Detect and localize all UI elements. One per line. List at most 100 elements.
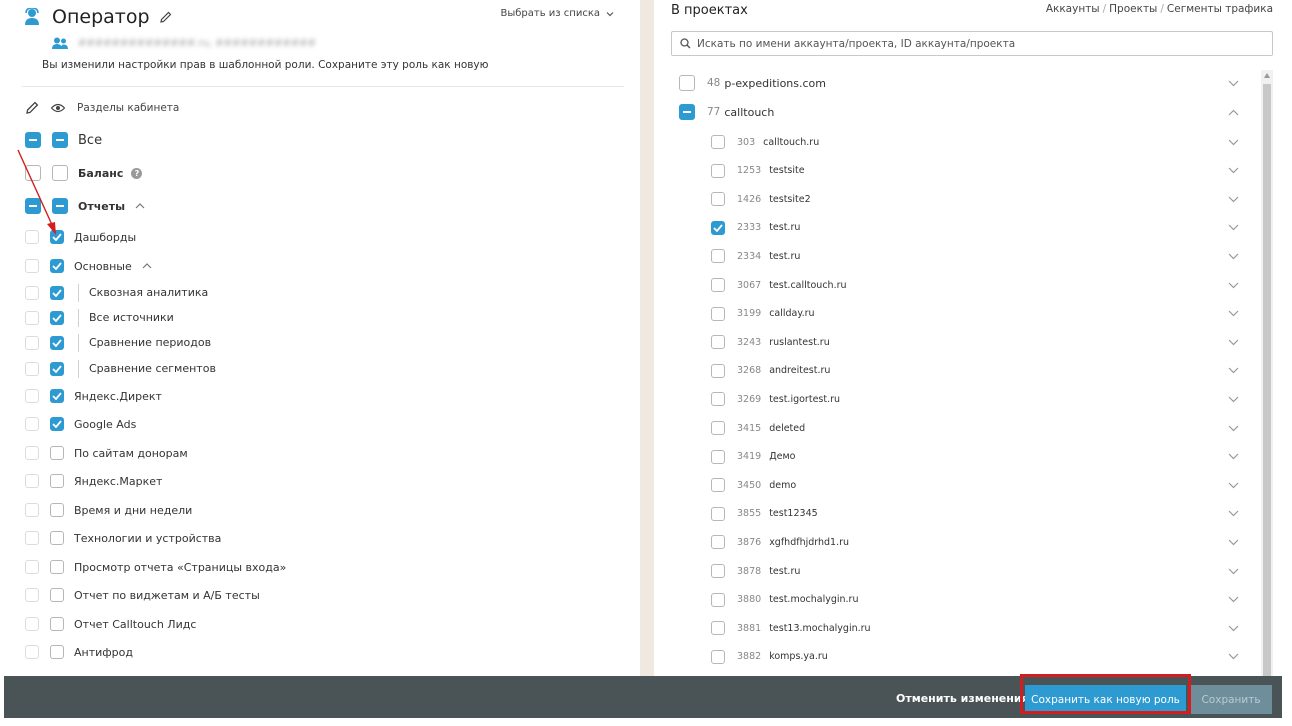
- project-row[interactable]: 2333 test.ru: [711, 219, 1239, 237]
- view-permission-checkbox[interactable]: [50, 531, 64, 545]
- edit-permission-checkbox[interactable]: [25, 617, 39, 631]
- edit-permission-checkbox[interactable]: [25, 198, 41, 214]
- project-row[interactable]: 3268 andreitest.ru: [711, 362, 1239, 380]
- project-row[interactable]: 3881 test13.mochalygin.ru: [711, 619, 1239, 637]
- crumb-projects[interactable]: Проекты: [1109, 3, 1157, 15]
- edit-permission-checkbox[interactable]: [25, 645, 39, 659]
- project-row[interactable]: 1426 testsite2: [711, 190, 1239, 208]
- chevron-up-icon[interactable]: [142, 262, 152, 270]
- project-checkbox[interactable]: [711, 335, 725, 350]
- chevron-down-icon[interactable]: [1228, 625, 1239, 632]
- project-checkbox[interactable]: [711, 306, 725, 321]
- save-as-new-role-button[interactable]: Сохранить как новую роль: [1025, 685, 1186, 714]
- view-permission-checkbox[interactable]: [50, 336, 64, 350]
- view-permission-checkbox[interactable]: [50, 417, 64, 431]
- chevron-up-icon[interactable]: [135, 202, 145, 210]
- crumb-accounts[interactable]: Аккаунты: [1046, 3, 1100, 15]
- edit-permission-checkbox[interactable]: [25, 362, 39, 376]
- project-checkbox[interactable]: [711, 649, 725, 664]
- edit-permission-checkbox[interactable]: [25, 474, 39, 488]
- chevron-down-icon[interactable]: [1228, 396, 1239, 403]
- chevron-down-icon[interactable]: [1228, 510, 1239, 517]
- save-button[interactable]: Сохранить: [1190, 685, 1272, 714]
- project-row[interactable]: 3878 test.ru: [711, 562, 1239, 580]
- chevron-down-icon[interactable]: [1228, 453, 1239, 460]
- chevron-up-icon[interactable]: [1228, 109, 1239, 116]
- view-permission-checkbox[interactable]: [52, 198, 68, 214]
- project-checkbox[interactable]: [711, 220, 725, 235]
- project-row[interactable]: 2334 test.ru: [711, 247, 1239, 265]
- pencil-icon[interactable]: [159, 11, 172, 23]
- project-checkbox[interactable]: [711, 192, 725, 207]
- projects-scrollbar[interactable]: [1261, 70, 1273, 676]
- view-permission-checkbox[interactable]: [50, 259, 64, 273]
- chevron-down-icon[interactable]: [1228, 482, 1239, 489]
- chevron-down-icon[interactable]: [1228, 539, 1239, 546]
- edit-permission-checkbox[interactable]: [25, 503, 39, 517]
- edit-permission-checkbox[interactable]: [25, 531, 39, 545]
- project-checkbox[interactable]: [711, 363, 725, 378]
- chevron-down-icon[interactable]: [1228, 224, 1239, 231]
- view-permission-checkbox[interactable]: [50, 389, 64, 403]
- edit-permission-checkbox[interactable]: [25, 286, 39, 300]
- edit-permission-checkbox[interactable]: [25, 560, 39, 574]
- account-row[interactable]: 48 p-expeditions.com: [679, 74, 1239, 92]
- view-permission-checkbox[interactable]: [50, 645, 64, 659]
- view-permission-checkbox[interactable]: [50, 474, 64, 488]
- pick-from-list-dropdown[interactable]: Выбрать из списка: [501, 8, 615, 19]
- edit-permission-checkbox[interactable]: [25, 389, 39, 403]
- project-checkbox[interactable]: [711, 621, 725, 636]
- project-row[interactable]: 3880 test.mochalygin.ru: [711, 591, 1239, 609]
- view-permission-checkbox[interactable]: [50, 503, 64, 517]
- project-row[interactable]: 3419 Демо: [711, 448, 1239, 466]
- chevron-down-icon[interactable]: [1228, 139, 1239, 146]
- view-permission-checkbox[interactable]: [52, 132, 68, 148]
- view-permission-checkbox[interactable]: [52, 165, 68, 181]
- project-row[interactable]: 1253 testsite: [711, 162, 1239, 180]
- chevron-down-icon[interactable]: [1228, 339, 1239, 346]
- view-permission-checkbox[interactable]: [50, 230, 64, 244]
- project-row[interactable]: 3199 callday.ru: [711, 305, 1239, 323]
- view-permission-checkbox[interactable]: [50, 446, 64, 460]
- chevron-down-icon[interactable]: [1228, 425, 1239, 432]
- view-permission-checkbox[interactable]: [50, 286, 64, 300]
- project-checkbox[interactable]: [711, 392, 725, 407]
- scroll-up-icon[interactable]: [1264, 73, 1270, 78]
- crumb-traffic-segments[interactable]: Сегменты трафика: [1167, 3, 1273, 15]
- edit-permission-checkbox[interactable]: [25, 336, 39, 350]
- chevron-down-icon[interactable]: [1228, 310, 1239, 317]
- view-permission-checkbox[interactable]: [50, 362, 64, 376]
- edit-permission-checkbox[interactable]: [25, 165, 41, 181]
- account-checkbox[interactable]: [679, 75, 695, 91]
- project-row[interactable]: 3876 xgfhdfhjdrhd1.ru: [711, 533, 1239, 551]
- edit-permission-checkbox[interactable]: [25, 588, 39, 602]
- project-search-input[interactable]: [697, 37, 1257, 50]
- edit-permission-checkbox[interactable]: [25, 259, 39, 273]
- project-checkbox[interactable]: [711, 278, 725, 292]
- project-checkbox[interactable]: [711, 592, 725, 607]
- project-row[interactable]: 3243 ruslantest.ru: [711, 333, 1239, 351]
- chevron-down-icon[interactable]: [1228, 367, 1239, 374]
- edit-permission-checkbox[interactable]: [25, 446, 39, 460]
- project-row[interactable]: 3415 deleted: [711, 419, 1239, 437]
- project-row[interactable]: 3269 test.igortest.ru: [711, 390, 1239, 408]
- project-row[interactable]: 3067 test.calltouch.ru: [711, 276, 1239, 294]
- project-checkbox[interactable]: [711, 421, 725, 435]
- project-checkbox[interactable]: [711, 564, 725, 578]
- edit-permission-checkbox[interactable]: [25, 132, 41, 148]
- cancel-changes-button[interactable]: Отменить изменения: [896, 692, 1029, 705]
- chevron-down-icon[interactable]: [1228, 167, 1239, 174]
- help-icon[interactable]: ?: [131, 167, 143, 179]
- chevron-down-icon[interactable]: [1228, 568, 1239, 575]
- project-row[interactable]: 303 calltouch.ru: [711, 133, 1239, 151]
- project-row[interactable]: 3450 demo: [711, 476, 1239, 494]
- account-checkbox[interactable]: [679, 104, 695, 120]
- edit-permission-checkbox[interactable]: [25, 311, 39, 325]
- chevron-down-icon[interactable]: [1228, 253, 1239, 260]
- project-checkbox[interactable]: [711, 478, 725, 493]
- edit-permission-checkbox[interactable]: [25, 417, 39, 431]
- chevron-down-icon[interactable]: [1228, 596, 1239, 603]
- chevron-down-icon[interactable]: [1228, 282, 1239, 289]
- project-row[interactable]: 3882 komps.ya.ru: [711, 648, 1239, 666]
- project-row[interactable]: 3855 test12345: [711, 505, 1239, 523]
